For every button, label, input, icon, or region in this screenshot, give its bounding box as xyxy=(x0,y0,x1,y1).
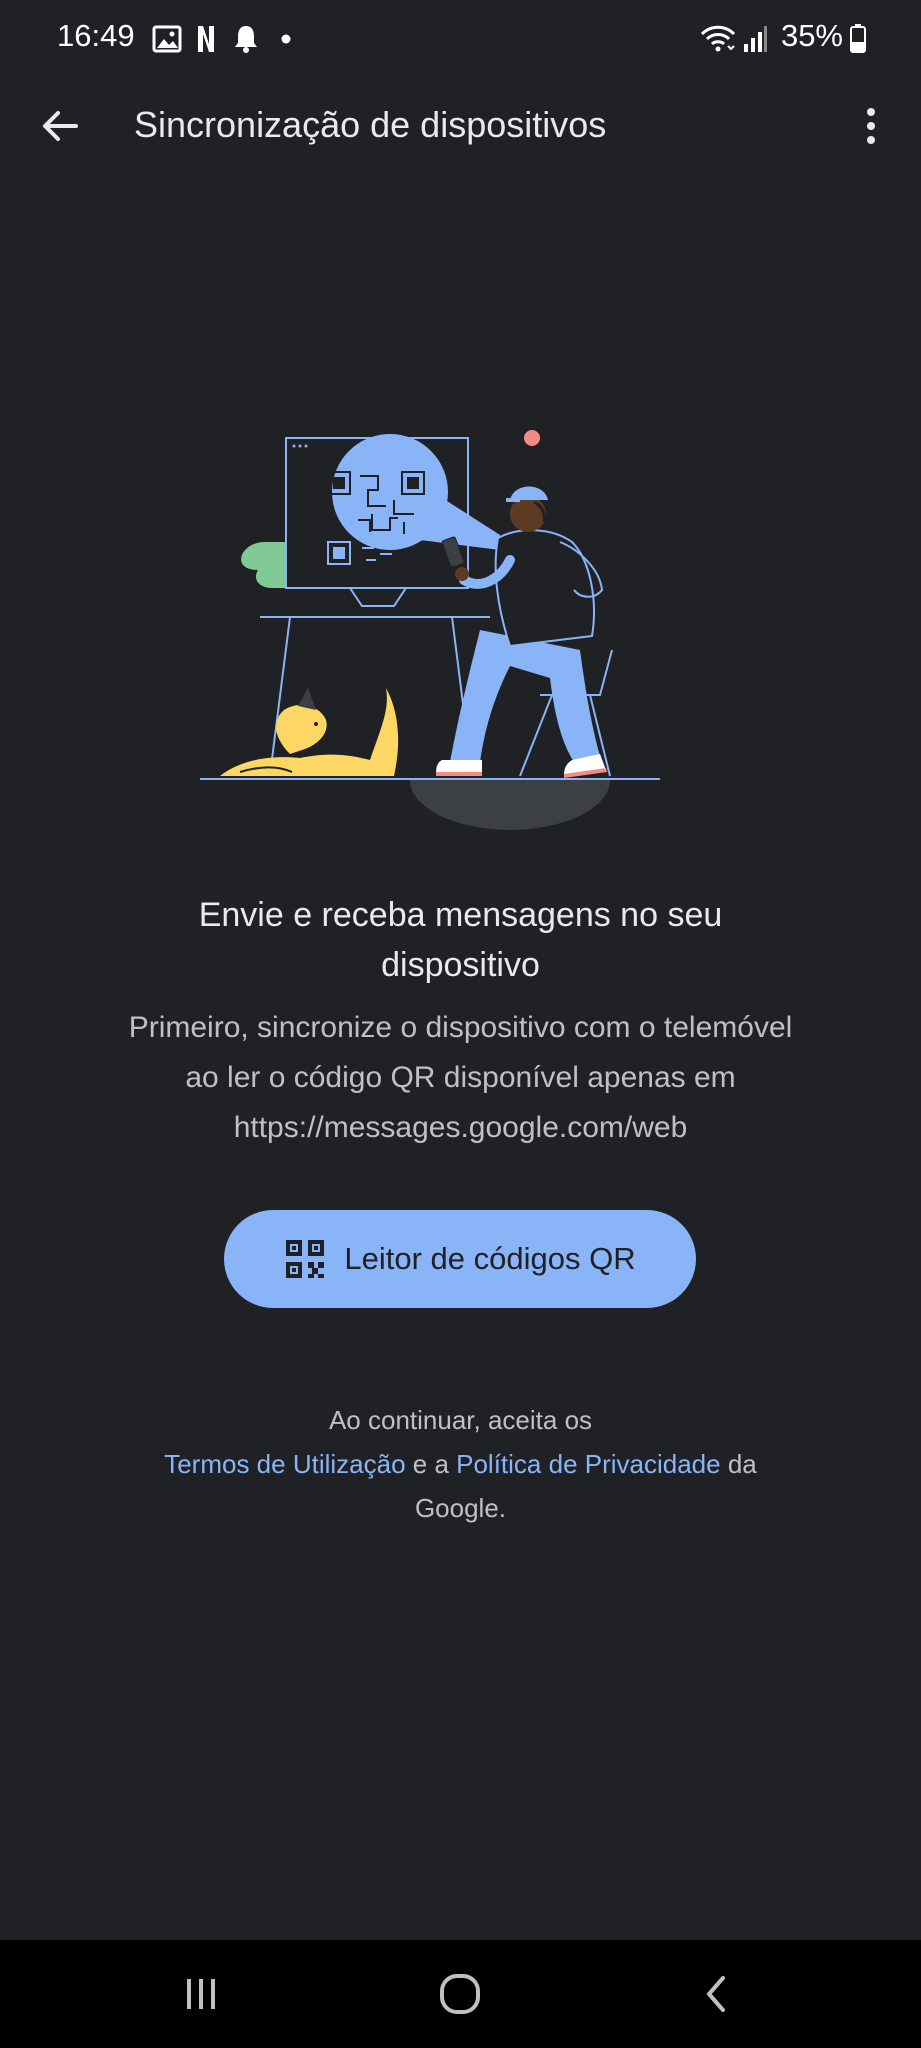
legal-notice: Ao continuar, aceita os Termos de Utiliz… xyxy=(60,1398,861,1530)
bell-icon xyxy=(235,26,257,53)
recents-icon xyxy=(187,1979,215,2009)
screen: 16:49 35% Sincronização de dispositivos … xyxy=(0,0,921,2048)
arrow-back-icon xyxy=(43,111,78,141)
system-back-button[interactable] xyxy=(672,1958,762,2030)
app-bar: Sincronização de dispositivos xyxy=(0,80,921,172)
heading-line-2: dispositivo xyxy=(381,946,540,984)
description-line-2: ao ler o código QR disponível apenas em xyxy=(185,1061,736,1094)
signal-icon xyxy=(744,26,767,52)
sync-description: Primeiro, sincronize o dispositivo com o… xyxy=(60,1003,861,1153)
legal-line-1: Ao continuar, aceita os xyxy=(328,1405,593,1435)
legal-and-text: e a xyxy=(405,1449,457,1479)
home-button[interactable] xyxy=(415,1958,505,2030)
privacy-policy-link[interactable]: Política de Privacidade xyxy=(456,1449,720,1479)
qr-button-label: Leitor de códigos QR xyxy=(344,1241,636,1276)
status-time: 16:49 xyxy=(57,18,135,53)
qr-code-icon xyxy=(286,1240,325,1278)
battery-icon xyxy=(850,24,866,53)
legal-line-3: Google. xyxy=(414,1493,507,1523)
page-title: Sincronização de dispositivos xyxy=(134,104,607,145)
legal-line-2: Termos de Utilização e a Política de Pri… xyxy=(60,1442,861,1486)
back-button[interactable] xyxy=(28,94,92,158)
battery-percentage: 35% xyxy=(780,18,843,53)
image-icon xyxy=(152,25,182,53)
back-icon xyxy=(707,1976,725,2012)
qr-code-scanner-button[interactable]: Leitor de códigos QR xyxy=(224,1210,696,1308)
home-icon xyxy=(440,1974,480,2014)
description-line-3: https://messages.google.com/web xyxy=(233,1111,688,1144)
description-line-1: Primeiro, sincronize o dispositivo com o… xyxy=(128,1011,793,1044)
netflix-icon xyxy=(198,26,214,52)
status-bar: 16:49 35% xyxy=(0,0,921,80)
sync-heading: Envie e receba mensagens no seu disposit… xyxy=(60,890,861,990)
recents-button[interactable] xyxy=(156,1958,246,2030)
legal-suffix: da xyxy=(720,1449,757,1479)
more-vert-icon xyxy=(867,108,875,144)
more-options-button[interactable] xyxy=(839,94,903,158)
wifi-icon xyxy=(700,25,736,52)
system-nav-bar xyxy=(0,1940,921,2048)
sync-illustration xyxy=(200,430,660,830)
dot-icon xyxy=(281,34,291,44)
terms-of-use-link[interactable]: Termos de Utilização xyxy=(164,1449,405,1479)
heading-line-1: Envie e receba mensagens no seu xyxy=(198,896,723,934)
